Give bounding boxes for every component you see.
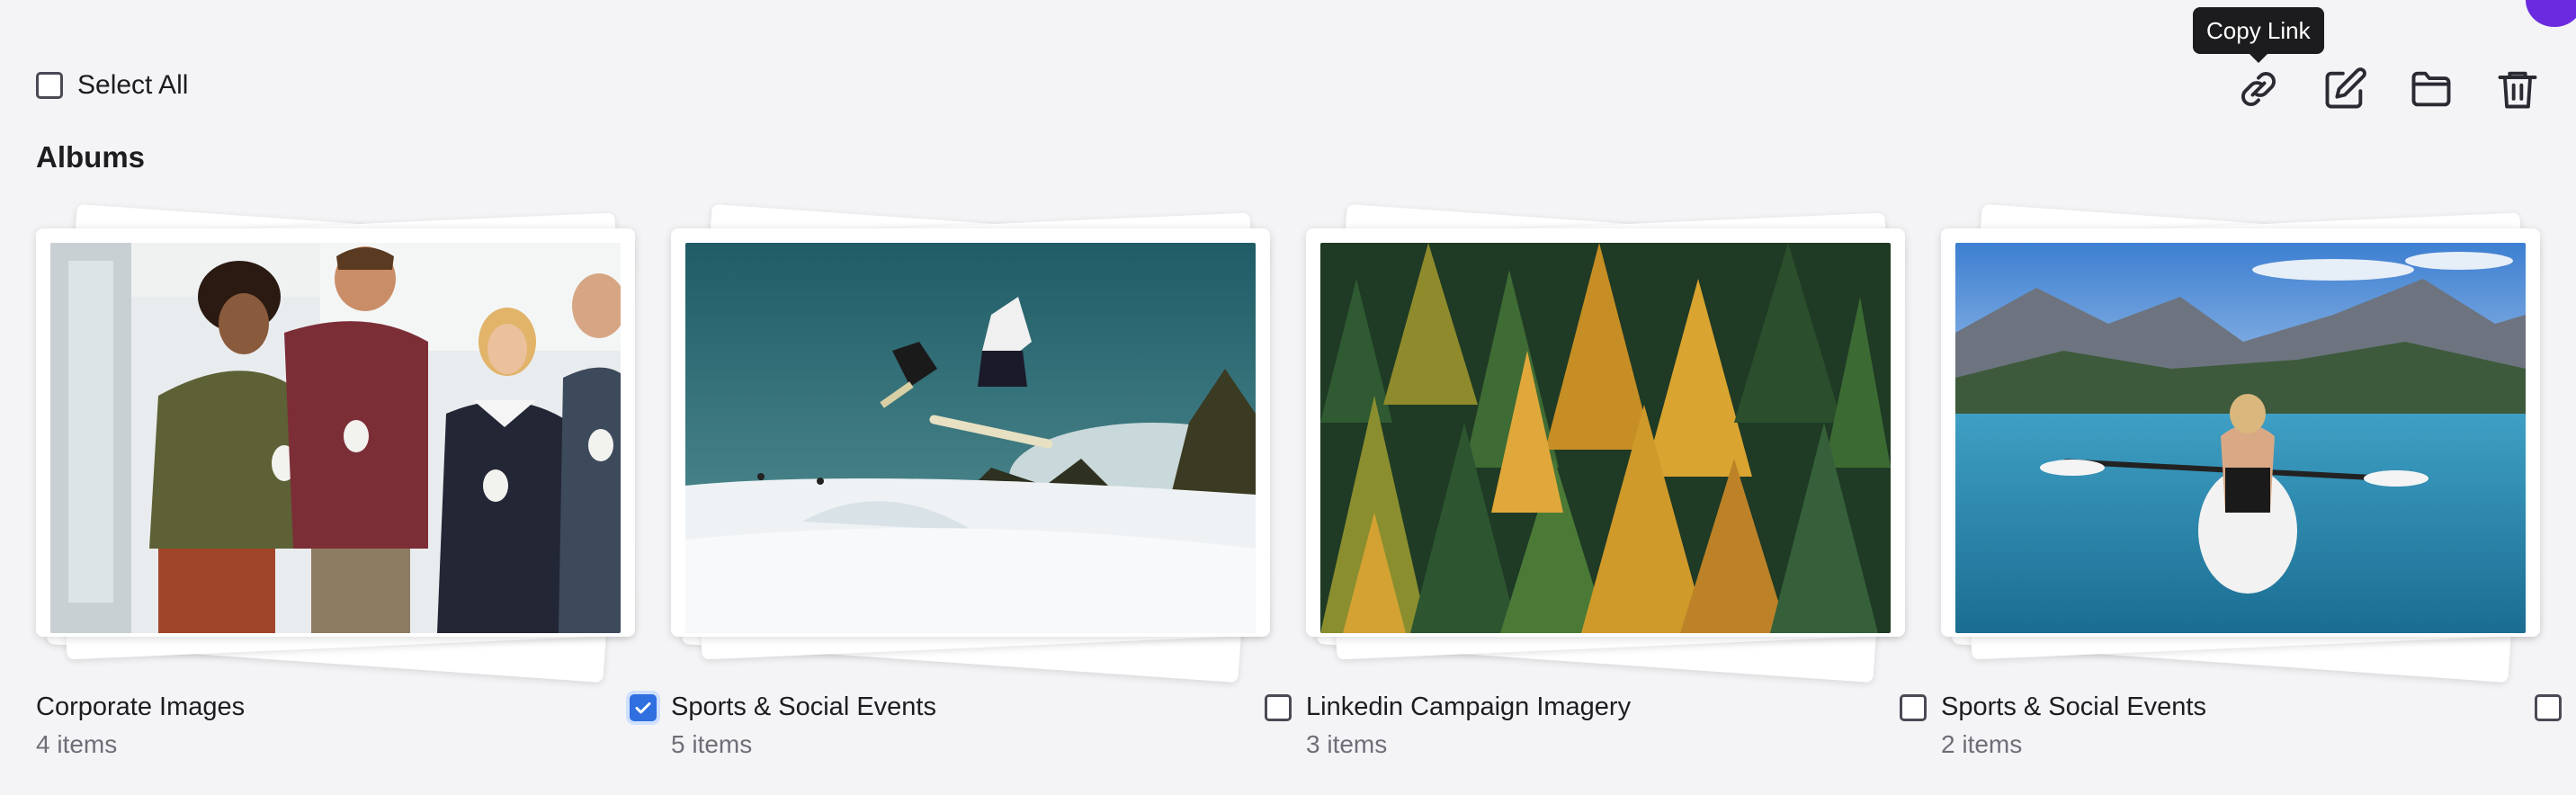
folder-icon[interactable] xyxy=(2407,65,2455,113)
album-item-count: 4 items xyxy=(36,730,118,758)
edit-icon[interactable] xyxy=(2321,65,2369,113)
album-select-checkbox[interactable] xyxy=(1265,694,1292,721)
album-cover-image xyxy=(1955,243,2526,633)
toolbar: Select All Copy Link xyxy=(0,0,2576,135)
link-icon[interactable] xyxy=(2234,65,2283,113)
album-cover-frame[interactable] xyxy=(671,228,1270,637)
album-cover-image xyxy=(685,243,1256,633)
select-all-control[interactable]: Select All xyxy=(36,70,188,101)
select-all-checkbox[interactable] xyxy=(36,72,63,99)
album-select-checkbox[interactable] xyxy=(630,694,657,721)
avatar[interactable] xyxy=(2526,0,2576,27)
album-select-checkbox[interactable] xyxy=(1900,694,1927,721)
check-icon xyxy=(635,702,651,714)
album-cover-frame[interactable] xyxy=(1941,228,2540,637)
album-item-count: 5 items xyxy=(671,730,753,758)
select-all-label: Select All xyxy=(77,70,189,100)
trash-icon[interactable] xyxy=(2493,65,2542,113)
album-title[interactable]: Corporate Images xyxy=(36,692,245,722)
album-card[interactable]: Linkedin Campaign Imagery 3 items xyxy=(1306,198,1927,773)
album-item-count: 2 items xyxy=(1941,730,2023,758)
album-cover-image xyxy=(1320,243,1891,633)
album-cover-frame[interactable] xyxy=(1306,228,1905,637)
album-cover-image xyxy=(50,243,621,633)
section-title: Albums xyxy=(36,140,146,174)
album-card[interactable]: Corporate Images 4 items xyxy=(36,198,657,773)
album-title[interactable]: Sports & Social Events xyxy=(671,692,936,722)
album-item-count: 3 items xyxy=(1306,730,1388,758)
album-cover-frame[interactable] xyxy=(36,228,635,637)
album-card[interactable]: Sports & Social Events 2 items xyxy=(1941,198,2562,773)
album-title[interactable]: Linkedin Campaign Imagery xyxy=(1306,692,1631,722)
album-title[interactable]: Sports & Social Events xyxy=(1941,692,2206,722)
album-card[interactable]: Sports & Social Events 5 items xyxy=(671,198,1292,773)
tooltip-text: Copy Link xyxy=(2206,16,2311,44)
album-select-checkbox[interactable] xyxy=(2535,694,2562,721)
copy-link-tooltip: Copy Link xyxy=(2193,7,2324,54)
